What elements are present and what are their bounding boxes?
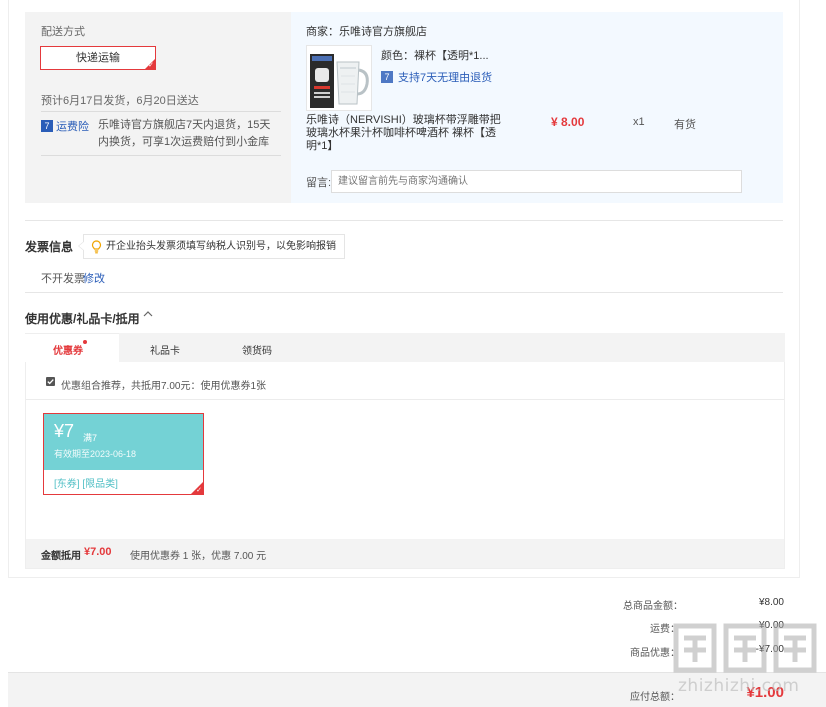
- shipping-option-button[interactable]: 快递运输 ✓: [40, 46, 156, 70]
- insurance-badge-icon: 7: [41, 120, 53, 132]
- coupon-tabs: [25, 333, 785, 362]
- check-icon: ✓: [148, 62, 154, 69]
- tab-dot-icon: [83, 340, 87, 344]
- lightbulb-icon: [91, 240, 102, 254]
- total-goods-value: ¥8.00: [758, 597, 784, 608]
- note-input[interactable]: [331, 170, 742, 193]
- invoice-edit-link[interactable]: 修改: [83, 270, 105, 286]
- coupon-expiry: 有效期至2023-06-18: [54, 449, 137, 459]
- tab-coupons-label[interactable]: 优惠券: [53, 342, 83, 357]
- divider: [25, 292, 783, 293]
- coupon-summary-amount: ¥7.00: [84, 546, 112, 558]
- coupon-card[interactable]: ¥7 满7 有效期至2023-06-18 [东券] [限品类] ✓: [43, 413, 204, 495]
- product-image[interactable]: [306, 45, 372, 111]
- product-price: ¥ 8.00: [551, 115, 585, 129]
- divider: [25, 220, 783, 221]
- divider: [41, 155, 281, 156]
- watermark-logo-icon: [673, 623, 817, 673]
- delivery-eta: 预计6月17日发货，6月20日送达: [41, 95, 199, 107]
- product-title[interactable]: 乐唯诗（NERVISHI）玻璃杯带浮雕带把玻璃水杯果汁杯咖啡杯啤酒杯 裸杯【透明…: [306, 114, 504, 153]
- insurance-link[interactable]: 运费险: [56, 118, 89, 134]
- coupon-summary-label: 金额抵用: [41, 551, 81, 562]
- tab-redeem-code[interactable]: 领货码: [242, 342, 272, 357]
- payable-label: 应付总额：: [630, 692, 680, 703]
- shipping-fee-label: 运费：: [650, 624, 680, 635]
- tooltip-caret-inner: [79, 241, 85, 251]
- stock-status: 有货: [674, 119, 696, 131]
- check-icon: ✓: [196, 487, 202, 494]
- combo-recommend-text: 优惠组合推荐，共抵用7.00元：使用优惠券1张: [61, 381, 267, 392]
- shop-name: 商家：乐唯诗官方旗舰店: [306, 26, 427, 38]
- watermark-text: zhizhizhi.com: [678, 676, 800, 696]
- note-label: 留言:: [306, 177, 332, 189]
- product-quantity: x1: [633, 116, 645, 128]
- invoice-status: 不开发票: [41, 273, 85, 285]
- coupon-section-title: 使用优惠/礼品卡/抵用: [25, 312, 140, 326]
- discount-label: 商品优惠：: [630, 648, 680, 659]
- tab-giftcard[interactable]: 礼品卡: [150, 342, 180, 357]
- coupon-amount: ¥7: [54, 421, 75, 441]
- coupon-summary-detail: 使用优惠券 1 张，优惠 7.00 元: [130, 551, 267, 562]
- invoice-tooltip: 开企业抬头发票须填写纳税人识别号，以免影响报销: [78, 234, 345, 259]
- return-policy-icon: 7: [381, 71, 393, 83]
- product-thumbnail-icon: [307, 46, 371, 110]
- shipping-option-label: 快递运输: [76, 52, 120, 64]
- coupon-tags: [东券] [限品类]: [54, 479, 118, 490]
- divider: [26, 399, 784, 400]
- check-icon: [47, 379, 54, 385]
- combo-checkbox[interactable]: [46, 377, 55, 386]
- divider: [41, 111, 281, 112]
- coupon-condition: 满7: [83, 433, 98, 443]
- return-policy-link[interactable]: 支持7天无理由退货: [398, 69, 492, 85]
- invoice-title: 发票信息: [25, 240, 74, 254]
- insurance-description: 乐唯诗官方旗舰店7天内退货，15天内换货，可享1次运费赔付到小金库: [98, 119, 271, 148]
- coupon-card-header: ¥7 满7 有效期至2023-06-18: [44, 414, 203, 470]
- product-variant: 颜色：裸杯【透明*1...: [381, 50, 489, 62]
- total-goods-label: 总商品金额：: [623, 601, 683, 612]
- invoice-tip-text: 开企业抬头发票须填写纳税人识别号，以免影响报销: [106, 241, 336, 252]
- chevron-up-icon[interactable]: [142, 308, 154, 320]
- shipping-method-title: 配送方式: [41, 26, 85, 38]
